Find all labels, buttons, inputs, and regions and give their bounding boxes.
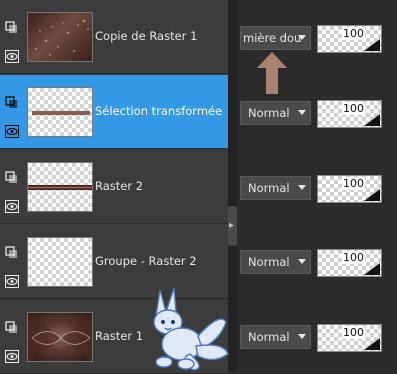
layer-name[interactable]: Raster 2 — [95, 179, 143, 193]
opacity-value: 100 — [342, 177, 365, 190]
layer-name[interactable]: Copie de Raster 1 — [95, 29, 197, 43]
eye-icon[interactable] — [5, 48, 19, 63]
opacity-field[interactable]: 100 — [317, 175, 382, 203]
blend-mode-value: Normal — [248, 330, 290, 344]
opacity-field[interactable]: 100 — [317, 249, 382, 277]
opacity-field[interactable]: 100 — [317, 100, 382, 128]
panel-splitter-handle[interactable]: ▸ — [228, 206, 237, 246]
chevron-down-icon — [298, 334, 306, 339]
eye-icon[interactable] — [5, 123, 19, 138]
layer-row[interactable]: Copie de Raster 1 — [0, 0, 228, 74]
blend-mode-value: Normal — [248, 106, 290, 120]
opacity-field[interactable]: 100 — [317, 25, 382, 53]
chevron-down-icon — [298, 185, 306, 190]
layer-stack-icon[interactable] — [5, 94, 19, 108]
chevron-down-icon — [298, 35, 306, 40]
opacity-slider-indicator — [364, 263, 380, 275]
opacity-slider-indicator — [364, 39, 380, 51]
eye-icon[interactable] — [5, 198, 19, 213]
blend-mode-value: Normal — [248, 181, 290, 195]
blend-mode-select[interactable]: mière dou — [240, 26, 311, 50]
blend-mode-select[interactable]: Normal — [240, 250, 311, 274]
blend-mode-select[interactable]: Normal — [240, 101, 311, 125]
layer-stack-icon[interactable] — [5, 319, 19, 333]
layer-properties-column: mière dou 100 Normal 100 Normal 100 Norm… — [237, 0, 397, 371]
watermark-fox-logo — [153, 287, 229, 370]
eye-icon[interactable] — [5, 273, 19, 288]
layer-name[interactable]: Raster 1 — [95, 329, 143, 343]
layer-row[interactable]: Sélection transformée — [0, 75, 228, 149]
layer-row[interactable]: Raster 2 — [0, 150, 228, 224]
blend-mode-select[interactable]: Normal — [240, 325, 311, 349]
chevron-down-icon — [298, 110, 306, 115]
arrow-up-icon — [257, 52, 287, 94]
layer-name[interactable]: Groupe - Raster 2 — [95, 254, 197, 268]
layer-thumbnail — [27, 12, 93, 62]
opacity-value: 100 — [342, 27, 365, 40]
layer-name[interactable]: Sélection transformée — [95, 104, 222, 118]
layer-stack-icon[interactable] — [5, 244, 19, 258]
chevron-down-icon — [298, 259, 306, 264]
layer-stack-icon[interactable] — [5, 19, 19, 33]
blend-mode-select[interactable]: Normal — [240, 176, 311, 200]
opacity-field[interactable]: 100 — [317, 324, 382, 352]
opacity-value: 100 — [342, 326, 365, 339]
blend-mode-value: mière dou — [243, 31, 302, 45]
opacity-slider-indicator — [364, 338, 380, 350]
eye-icon[interactable] — [5, 348, 19, 363]
chevron-right-icon: ▸ — [229, 220, 235, 231]
layer-thumbnail — [27, 312, 93, 362]
opacity-slider-indicator — [364, 114, 380, 126]
opacity-slider-indicator — [364, 189, 380, 201]
layer-stack-icon[interactable] — [5, 169, 19, 183]
layer-thumbnail — [27, 237, 93, 287]
opacity-value: 100 — [342, 102, 365, 115]
layer-thumbnail — [27, 162, 93, 212]
opacity-value: 100 — [342, 251, 365, 264]
layer-thumbnail — [27, 87, 93, 137]
blend-mode-value: Normal — [248, 255, 290, 269]
